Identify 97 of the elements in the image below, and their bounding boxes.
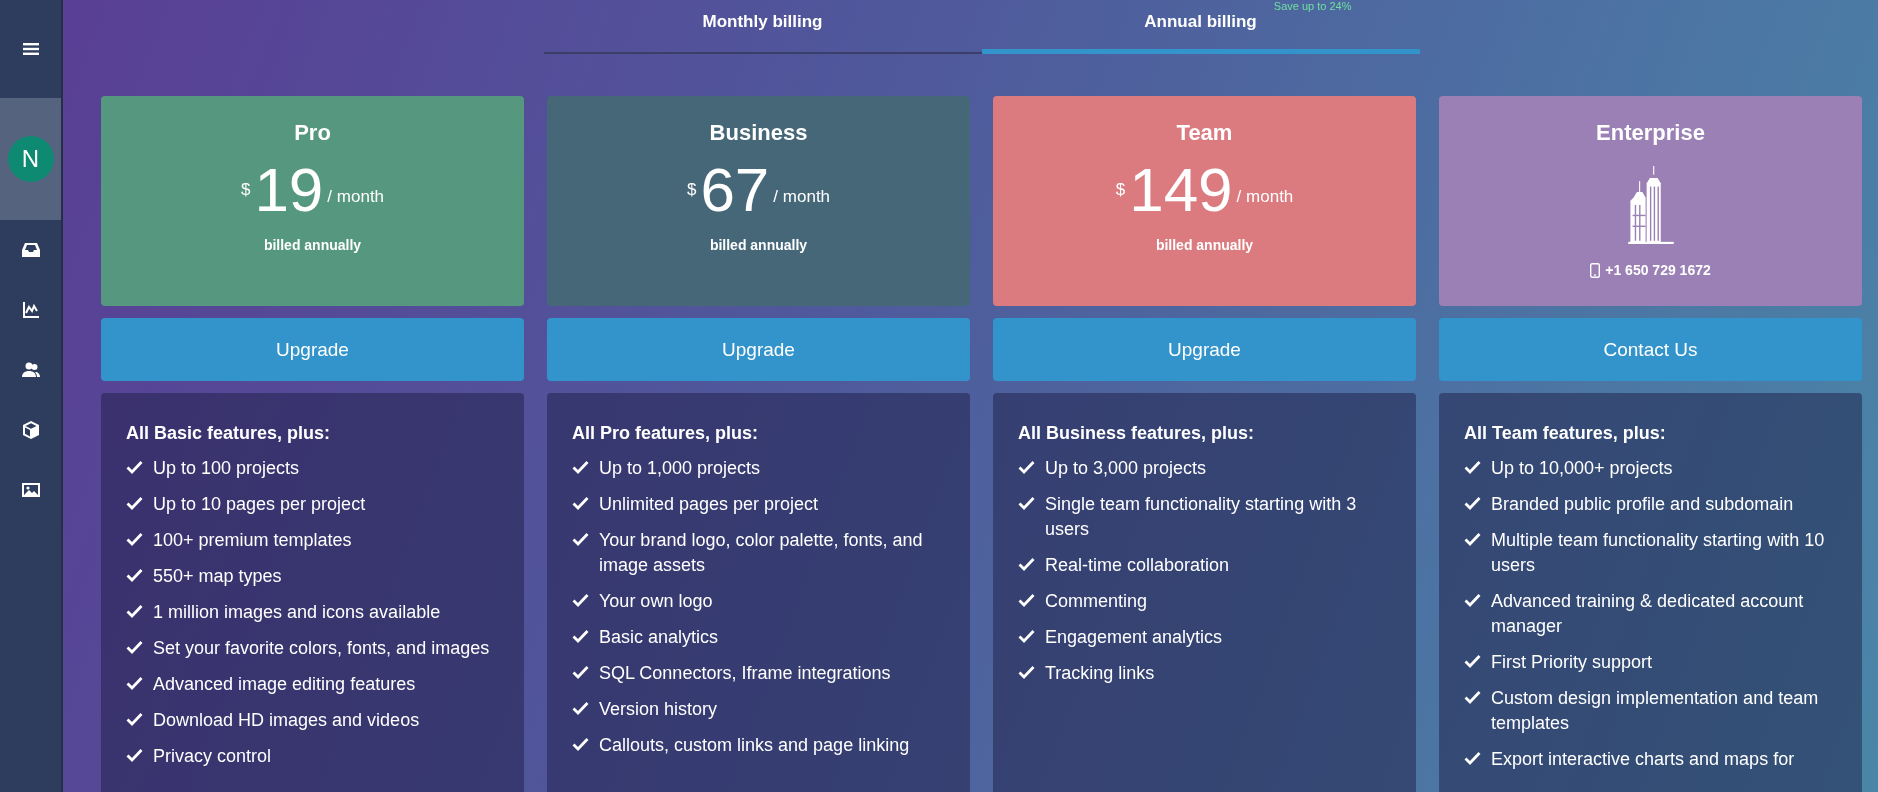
check-icon (126, 712, 143, 726)
avatar-item[interactable]: N (0, 98, 61, 220)
features-heading: All Team features, plus: (1464, 423, 1667, 444)
feature-text: Up to 3,000 projects (1045, 457, 1207, 480)
feature-text: Your brand logo, color palette, fonts, and image assets (599, 529, 924, 577)
check-icon (572, 665, 589, 679)
line-chart-icon[interactable] (20, 300, 41, 320)
feature-text: 100+ premium templates (153, 529, 352, 552)
check-icon (126, 568, 143, 582)
currency-sign: $ (1115, 179, 1126, 200)
check-icon (1464, 496, 1481, 510)
feature-text: Advanced image editing features (153, 673, 416, 696)
billing-note: billed annually (1155, 237, 1254, 253)
feature-text: Export interactive charts and maps for (1491, 748, 1795, 771)
image-icon[interactable] (20, 480, 41, 500)
billing-note: billed annually (709, 237, 808, 253)
plan-button[interactable]: Upgrade (547, 318, 970, 381)
check-icon (1018, 460, 1035, 474)
billing-note: billed annually (263, 237, 362, 253)
feature-text: Unlimited pages per project (599, 493, 819, 516)
check-icon (126, 460, 143, 474)
feature-text: Engagement analytics (1045, 626, 1223, 649)
price-period: / month (1236, 186, 1294, 207)
feature-text: Advanced training & dedicated account manager (1491, 590, 1805, 638)
check-icon (1464, 593, 1481, 607)
check-icon (126, 748, 143, 762)
feature-text: Up to 10,000+ projects (1491, 457, 1673, 480)
users-icon[interactable] (20, 360, 41, 380)
check-icon (1018, 557, 1035, 571)
check-icon (1018, 665, 1035, 679)
check-icon (126, 640, 143, 654)
currency-sign: $ (240, 179, 251, 200)
check-icon (1464, 690, 1481, 704)
plan-button[interactable]: Upgrade (993, 318, 1416, 381)
check-icon (572, 701, 589, 715)
check-icon (572, 532, 589, 546)
plan-button[interactable]: Contact Us (1439, 318, 1862, 381)
price: 19 (254, 154, 324, 225)
check-icon (126, 496, 143, 510)
check-icon (126, 532, 143, 546)
feature-text: Branded public profile and subdomain (1491, 493, 1794, 516)
check-icon (126, 604, 143, 618)
feature-text: Version history (599, 698, 718, 721)
check-icon (1018, 629, 1035, 643)
feature-text: Real-time collaboration (1045, 554, 1230, 577)
plan-name: Pro (294, 120, 331, 146)
inbox-tray-icon[interactable] (20, 240, 41, 260)
feature-text: Up to 1,000 projects (599, 457, 761, 480)
feature-text: Set your favorite colors, fonts, and images (153, 637, 490, 660)
savings-label: Save up to 24% (1273, 0, 1352, 12)
feature-text: Tracking links (1045, 662, 1155, 685)
check-icon (1464, 460, 1481, 474)
price: 67 (700, 154, 770, 225)
check-icon (572, 593, 589, 607)
feature-text: 550+ map types (153, 565, 282, 588)
check-icon (126, 676, 143, 690)
feature-text: First Priority support (1491, 651, 1653, 674)
currency-sign: $ (686, 179, 697, 200)
feature-text: 1 million images and icons available (153, 601, 441, 624)
price-period: / month (327, 186, 385, 207)
check-icon (572, 737, 589, 751)
plan-button[interactable]: Upgrade (101, 318, 524, 381)
feature-text: Basic analytics (599, 626, 719, 649)
billing-tab[interactable]: Annual billing Save up to 24% (981, 0, 1420, 54)
feature-text: Custom design implementation and team templates (1491, 687, 1820, 735)
price: 149 (1129, 154, 1233, 225)
features-heading: All Business features, plus: (1018, 423, 1256, 444)
price-period: / month (773, 186, 831, 207)
feature-text: SQL Connectors, Iframe integrations (599, 662, 891, 685)
feature-text: Your own logo (599, 590, 713, 613)
features-heading: All Basic features, plus: (126, 423, 332, 444)
phone-number: +1 650 729 1672 (1605, 262, 1711, 278)
feature-text: Download HD images and videos (153, 709, 420, 732)
check-icon (1018, 593, 1035, 607)
feature-text: Callouts, custom links and page linking (599, 734, 910, 757)
feature-text: Up to 100 projects (153, 457, 300, 480)
plan-name: Enterprise (1596, 120, 1705, 146)
feature-text: Multiple team functionality starting with 10 users (1491, 529, 1826, 577)
check-icon (1464, 751, 1481, 765)
cube-icon[interactable] (20, 420, 41, 440)
feature-text: Up to 10 pages per project (153, 493, 366, 516)
check-icon (572, 629, 589, 643)
check-icon (1018, 496, 1035, 510)
feature-text: Single team functionality starting with 3 users (1045, 493, 1358, 541)
feature-text: Privacy control (153, 745, 272, 768)
plan-name: Team (1176, 120, 1233, 146)
check-icon (572, 460, 589, 474)
billing-tab[interactable]: Monthly billing (543, 0, 982, 54)
plan-name: Business (709, 120, 808, 146)
feature-text: Commenting (1045, 590, 1148, 613)
skyscrapers-icon (1625, 166, 1676, 244)
features-heading: All Pro features, plus: (572, 423, 760, 444)
phone-icon (1590, 262, 1601, 278)
avatar[interactable]: N (7, 136, 54, 182)
check-icon (1464, 654, 1481, 668)
check-icon (572, 496, 589, 510)
check-icon (1464, 532, 1481, 546)
